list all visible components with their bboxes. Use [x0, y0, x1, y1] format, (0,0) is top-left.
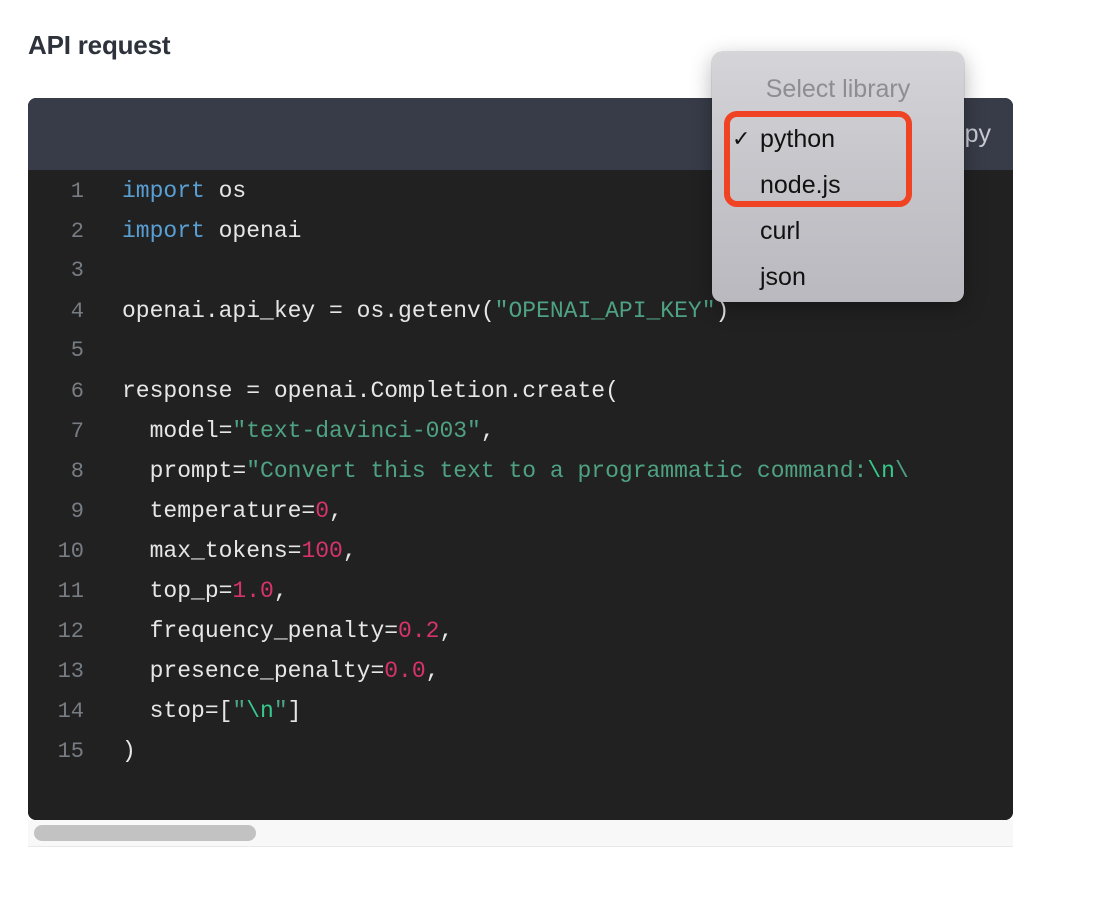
code-token: temperature=: [122, 498, 316, 524]
code-token: top_p=: [122, 578, 233, 604]
code-line-text: presence_penalty=0.0,: [84, 658, 440, 684]
code-token: "OPENAI_API_KEY": [494, 298, 716, 324]
code-token: \: [894, 458, 909, 484]
code-token: 0.0: [384, 658, 426, 684]
code-token: ": [273, 698, 288, 724]
code-token: frequency_penalty=: [122, 618, 399, 644]
code-line: 14 stop=["\n"]: [28, 698, 1013, 738]
code-token: ): [122, 738, 136, 764]
code-token: 0.2: [398, 618, 440, 644]
line-number: 9: [70, 499, 84, 524]
code-line-text: stop=["\n"]: [84, 698, 302, 724]
page-title: API request: [28, 30, 171, 60]
code-token: presence_penalty=: [122, 658, 385, 684]
code-line-text: top_p=1.0,: [84, 578, 288, 604]
code-token: ": [232, 698, 247, 724]
code-line: 8 prompt="Convert this text to a program…: [28, 458, 1013, 498]
line-number: 15: [57, 739, 84, 764]
line-number: 1: [70, 179, 84, 204]
code-token: response = openai.Completion.create(: [122, 378, 619, 404]
code-line-text: import openai: [84, 218, 301, 244]
code-line-text: frequency_penalty=0.2,: [84, 618, 454, 644]
line-number: 10: [57, 539, 84, 564]
code-token: prompt=: [122, 458, 247, 484]
code-line: 15): [28, 738, 1013, 778]
code-line-text: prompt="Convert this text to a programma…: [84, 458, 909, 484]
code-line-text: openai.api_key = os.getenv("OPENAI_API_K…: [84, 298, 729, 324]
code-line-text: ): [84, 738, 136, 764]
line-number: 4: [70, 299, 84, 324]
line-number: 12: [57, 619, 84, 644]
code-line: 11 top_p=1.0,: [28, 578, 1013, 618]
code-token: import: [122, 218, 205, 244]
code-token: import: [122, 178, 205, 204]
scrollbar-thumb[interactable]: [34, 825, 256, 841]
code-token: "text-davinci-003": [232, 418, 481, 444]
line-number: 6: [70, 379, 84, 404]
code-line-text: model="text-davinci-003",: [84, 418, 495, 444]
code-token: ]: [287, 698, 302, 724]
code-token: stop=[: [122, 698, 233, 724]
code-token: \n: [246, 698, 274, 724]
code-token: ,: [273, 578, 288, 604]
code-line: 13 presence_penalty=0.0,: [28, 658, 1013, 698]
line-number: 7: [70, 419, 84, 444]
dropdown-item-json[interactable]: json: [712, 254, 964, 300]
dropdown-header-label: Select library: [765, 75, 911, 103]
code-line: 7 model="text-davinci-003",: [28, 418, 1013, 458]
code-token: ,: [329, 498, 343, 524]
checkmark-icon: ✓: [732, 126, 751, 151]
code-line-text: temperature=0,: [84, 498, 343, 524]
line-number: 2: [70, 219, 84, 244]
code-token: model=: [122, 418, 233, 444]
code-token: max_tokens=: [122, 538, 302, 564]
horizontal-scrollbar[interactable]: [28, 820, 1013, 847]
dropdown-item-label: node.js: [760, 171, 841, 199]
line-number: 5: [70, 338, 84, 363]
select-library-dropdown[interactable]: Select library ✓ python node.js curl json: [712, 52, 964, 302]
code-token: ,: [480, 418, 495, 444]
dropdown-item-node-js[interactable]: node.js: [712, 162, 964, 208]
code-line-text: response = openai.Completion.create(: [84, 378, 619, 404]
code-line: 9 temperature=0,: [28, 498, 1013, 538]
code-token: os: [204, 178, 247, 204]
dropdown-item-label: json: [760, 263, 806, 291]
code-token: openai.api_key = os.getenv(: [122, 298, 495, 324]
code-token: "Convert this text to a programmatic com…: [246, 458, 868, 484]
code-token: ,: [425, 658, 440, 684]
code-line-text: import os: [84, 178, 246, 204]
line-number: 11: [57, 579, 84, 604]
dropdown-item-python[interactable]: ✓ python: [712, 116, 964, 162]
dropdown-item-list: ✓ python node.js curl json: [712, 116, 964, 300]
code-line: 12 frequency_penalty=0.2,: [28, 618, 1013, 658]
code-token: ,: [439, 618, 454, 644]
dropdown-item-label: curl: [760, 217, 801, 245]
code-line-text: max_tokens=100,: [84, 538, 357, 564]
code-token: ,: [342, 538, 357, 564]
code-line: 4 openai.api_key = os.getenv("OPENAI_API_…: [28, 298, 1013, 338]
code-token: 100: [301, 538, 343, 564]
dropdown-item-curl[interactable]: curl: [712, 208, 964, 254]
line-number: 3: [70, 258, 84, 283]
code-line: 5: [28, 338, 1013, 378]
code-line: 6 response = openai.Completion.create(: [28, 378, 1013, 418]
code-token: 0: [315, 498, 330, 524]
code-token: openai: [204, 218, 302, 244]
line-number: 8: [70, 459, 84, 484]
line-number: 13: [57, 659, 84, 684]
code-line: 10 max_tokens=100,: [28, 538, 1013, 578]
code-token: \n: [867, 458, 895, 484]
code-token: 1.0: [232, 578, 274, 604]
dropdown-item-label: python: [760, 125, 836, 153]
line-number: 14: [57, 699, 84, 724]
